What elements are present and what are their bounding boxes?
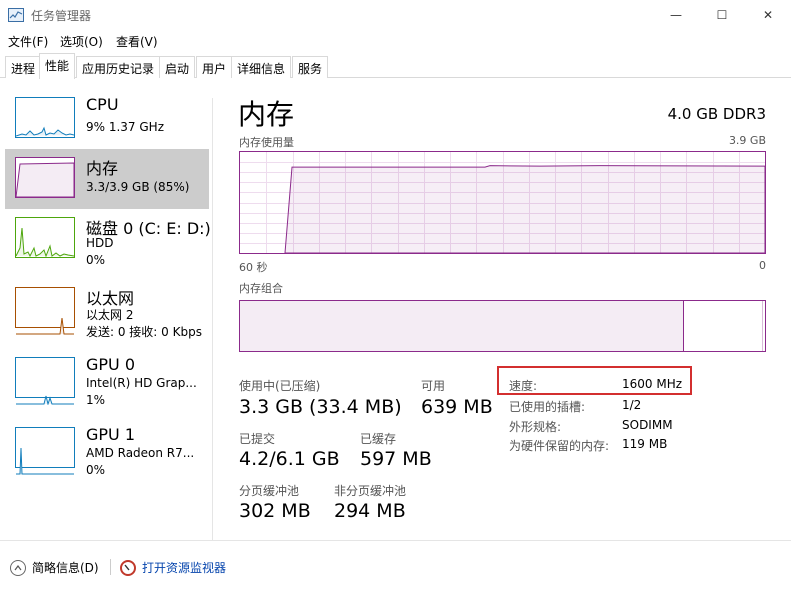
sidebar-item-detail: 3.3/3.9 GB (85%) [86, 180, 190, 194]
close-button[interactable]: ✕ [745, 0, 791, 30]
memory-composition-bar [239, 300, 766, 352]
composition-standby [762, 301, 765, 351]
nonpaged-pool-label: 非分页缓冲池 [334, 484, 407, 498]
sidebar-item-detail: 9% 1.37 GHz [86, 120, 165, 134]
gpu-graph-icon [15, 357, 75, 406]
memory-panel: 内存 4.0 GB DDR3 内存使用量 3.9 GB 60 秒 0 内存组合 … [213, 79, 791, 539]
composition-in-use [240, 301, 685, 351]
maximize-button[interactable]: ☐ [699, 0, 745, 30]
usage-graph-label: 内存使用量 [239, 136, 294, 149]
sidebar-item-usage: 0% [86, 253, 106, 267]
memory-usage-area [284, 165, 766, 254]
close-icon: ✕ [762, 8, 774, 22]
fewer-details-button[interactable]: 简略信息(D) [10, 559, 99, 576]
tab-bar: 进程 性能 应用历史记录 启动 用户 详细信息 服务 [0, 52, 791, 79]
tab-services[interactable]: 服务 [292, 56, 329, 78]
bottom-separator [110, 559, 111, 575]
tab-details[interactable]: 详细信息 [231, 56, 292, 78]
in-use-label: 使用中(已压缩) [239, 379, 321, 393]
sidebar-item-detail: Intel(R) HD Grap... [86, 376, 197, 390]
hardware-reserved-label: 为硬件保留的内存: [509, 439, 610, 453]
cached-value: 597 MB [360, 448, 432, 470]
sidebar-item-disk[interactable]: 磁盘 0 (C: E: D:) HDD 0% [5, 209, 211, 269]
sidebar-item-memory[interactable]: 内存 3.3/3.9 GB (85%) [5, 149, 209, 209]
memory-graph-icon [15, 157, 75, 198]
menu-file[interactable]: 文件(F) [8, 33, 48, 50]
chevron-up-icon [10, 559, 26, 576]
cpu-graph-icon [15, 97, 75, 138]
cached-label: 已缓存 [360, 432, 397, 446]
menu-bar: 文件(F) 选项(O) 查看(V) [0, 30, 791, 52]
sidebar-item-ethernet[interactable]: 以太网 以太网 2 发送: 0 接收: 0 Kbps [5, 279, 209, 339]
menu-view[interactable]: 查看(V) [116, 33, 158, 50]
committed-value: 4.2/6.1 GB [239, 448, 340, 470]
sidebar-item-detail: HDD [86, 236, 114, 250]
resource-monitor-label: 打开资源监视器 [142, 561, 227, 575]
sidebar-item-title: CPU [86, 95, 119, 114]
window-title: 任务管理器 [31, 9, 92, 23]
ethernet-graph-icon [15, 287, 75, 335]
sidebar-item-title: GPU 0 [86, 355, 136, 374]
sidebar-item-title: 内存 [86, 159, 119, 178]
speed-highlight-box [497, 366, 692, 395]
open-resource-monitor-link[interactable]: 打开资源监视器 [120, 559, 226, 576]
memory-type: 4.0 GB DDR3 [667, 105, 766, 123]
slots-label: 已使用的插槽: [509, 400, 586, 414]
slots-value: 1/2 [622, 398, 642, 412]
sidebar-item-throughput: 发送: 0 接收: 0 Kbps [86, 325, 202, 339]
task-manager-icon [8, 8, 24, 22]
sidebar-item-usage: 0% [86, 463, 106, 477]
sidebar-item-gpu-1[interactable]: GPU 1 AMD Radeon R7... 0% [5, 419, 209, 479]
available-label: 可用 [421, 379, 446, 393]
tab-app-history[interactable]: 应用历史记录 [76, 56, 161, 78]
memory-usage-graph [239, 151, 766, 254]
available-value: 639 MB [421, 396, 493, 418]
bottom-bar: 简略信息(D) 打开资源监视器 [0, 540, 791, 593]
form-factor-value: SODIMM [622, 418, 673, 432]
minimize-icon: — [670, 8, 682, 22]
sidebar-item-cpu[interactable]: CPU 9% 1.37 GHz [5, 89, 209, 149]
minimize-button[interactable]: — [653, 0, 699, 30]
memory-usage-chart [240, 152, 766, 254]
graph-time-end: 0 [759, 259, 766, 272]
usage-graph-max: 3.9 GB [728, 134, 766, 147]
tab-startup[interactable]: 启动 [159, 56, 196, 78]
menu-options[interactable]: 选项(O) [60, 33, 103, 50]
page-title: 内存 [238, 98, 295, 131]
in-use-value: 3.3 GB (33.4 MB) [239, 396, 402, 418]
fewer-details-label: 简略信息(D) [32, 561, 99, 575]
tab-processes[interactable]: 进程 [5, 56, 42, 78]
committed-label: 已提交 [239, 432, 276, 446]
tab-performance[interactable]: 性能 [39, 53, 76, 79]
maximize-icon: ☐ [716, 8, 728, 22]
paged-pool-label: 分页缓冲池 [239, 484, 300, 498]
sidebar-item-detail: AMD Radeon R7... [86, 446, 195, 460]
composition-label: 内存组合 [239, 282, 283, 295]
sidebar-item-gpu-0[interactable]: GPU 0 Intel(R) HD Grap... 1% [5, 349, 209, 409]
sidebar: CPU 9% 1.37 GHz 内存 3.3/3.9 GB (85%) 磁盘 0… [0, 79, 212, 539]
disk-graph-icon [15, 217, 75, 258]
resource-monitor-icon [120, 559, 136, 576]
sidebar-item-title: GPU 1 [86, 425, 136, 444]
graph-time-start: 60 秒 [239, 261, 268, 274]
title-bar: 任务管理器 — ☐ ✕ [0, 0, 791, 30]
nonpaged-pool-value: 294 MB [334, 500, 406, 522]
sidebar-item-usage: 1% [86, 393, 106, 407]
hardware-reserved-value: 119 MB [622, 437, 668, 451]
paged-pool-value: 302 MB [239, 500, 311, 522]
tab-users[interactable]: 用户 [196, 56, 233, 78]
sidebar-item-detail: 以太网 2 [86, 308, 134, 322]
gpu-graph-icon [15, 427, 75, 475]
form-factor-label: 外形规格: [509, 420, 562, 434]
